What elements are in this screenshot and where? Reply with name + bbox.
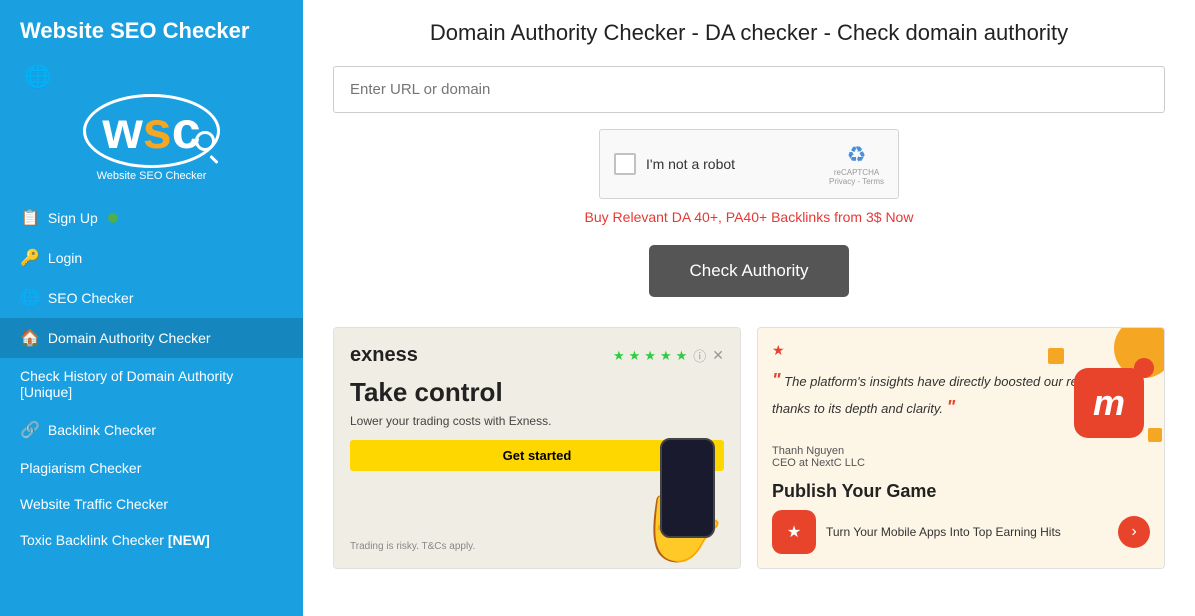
star-icon: ★ bbox=[676, 348, 688, 364]
main-content: Domain Authority Checker - DA checker - … bbox=[303, 0, 1195, 616]
star-icon: ★ bbox=[629, 348, 641, 364]
star-icon: ★ bbox=[613, 348, 625, 364]
logo-search-circle bbox=[195, 131, 215, 151]
signup-label: Sign Up bbox=[48, 210, 98, 226]
m-app-icon: m bbox=[1074, 368, 1144, 438]
quote-mark-open: " bbox=[772, 370, 781, 390]
ad-right: m ★ ⓘ ✕ " The platform's insights have d… bbox=[757, 327, 1165, 569]
seo-checker-icon: 🌐 bbox=[20, 288, 40, 308]
ad-info-icon[interactable]: ⓘ bbox=[693, 346, 706, 365]
captcha-right: ♻ reCAPTCHA Privacy - Terms bbox=[829, 142, 884, 186]
right-ad-title: Publish Your Game bbox=[772, 481, 1150, 502]
page-title: Domain Authority Checker - DA checker - … bbox=[333, 20, 1165, 46]
deco-square-1 bbox=[1048, 348, 1064, 364]
phone-illustration: 🤚 bbox=[630, 408, 730, 568]
recaptcha-logo-icon: ♻ bbox=[847, 142, 867, 168]
logo-search-handle bbox=[209, 155, 218, 164]
star-icon: ★ bbox=[660, 348, 672, 364]
quote-mark-close: " bbox=[947, 397, 956, 417]
app-icon-box: ★ bbox=[772, 510, 816, 554]
recaptcha-badge-bottom: Privacy - Terms bbox=[829, 177, 884, 186]
sidebar-item-check-history[interactable]: Check History of Domain Authority [Uniqu… bbox=[0, 358, 303, 410]
sidebar-item-domain-authority[interactable]: 🏠 Domain Authority Checker bbox=[0, 318, 303, 358]
author-name: Thanh Nguyen bbox=[772, 445, 1150, 457]
sidebar-item-seo-checker[interactable]: 🌐 SEO Checker bbox=[0, 278, 303, 318]
quote-content: The platform's insights have directly bo… bbox=[772, 374, 1117, 416]
right-ad-star-icon: ★ bbox=[772, 342, 785, 359]
captcha-box: I'm not a robot ♻ reCAPTCHA Privacy - Te… bbox=[599, 129, 899, 199]
ad-close-icon[interactable]: ✕ bbox=[712, 347, 724, 364]
wsc-logo-box: w s c bbox=[83, 94, 219, 168]
right-ad-header: ★ ⓘ ✕ bbox=[772, 342, 1150, 359]
recaptcha-badge-top: reCAPTCHA bbox=[834, 168, 879, 177]
quote-author: Thanh Nguyen CEO at NextC LLC bbox=[772, 445, 1150, 469]
domain-authority-icon: 🏠 bbox=[20, 328, 40, 348]
sidebar-item-backlink-checker[interactable]: 🔗 Backlink Checker bbox=[0, 410, 303, 450]
login-label: Login bbox=[48, 250, 82, 266]
url-input[interactable] bbox=[333, 66, 1165, 113]
wsc-logo: w s c Website SEO Checker bbox=[83, 94, 219, 182]
signup-icon: 📋 bbox=[20, 208, 40, 228]
author-role: CEO at NextC LLC bbox=[772, 457, 1150, 469]
check-authority-button[interactable]: Check Authority bbox=[649, 245, 848, 297]
ads-row: exness ★ ★ ★ ★ ★ ⓘ ✕ Take control bbox=[333, 327, 1165, 569]
logo-letter-c-wrap: c bbox=[172, 105, 201, 157]
seo-checker-label: SEO Checker bbox=[48, 290, 134, 306]
backlink-label: Backlink Checker bbox=[48, 422, 156, 438]
app-icon-star: ★ bbox=[787, 522, 801, 542]
sidebar-item-toxic-backlink[interactable]: Toxic Backlink Checker [NEW] bbox=[0, 522, 303, 558]
toxic-backlink-label: Toxic Backlink Checker [NEW] bbox=[20, 532, 210, 548]
login-icon: 🔑 bbox=[20, 248, 40, 268]
ad-exness: exness ★ ★ ★ ★ ★ ⓘ ✕ Take control bbox=[333, 327, 741, 569]
exness-brand: exness bbox=[350, 344, 418, 367]
logo-letter-s: s bbox=[143, 105, 172, 157]
app-description: Turn Your Mobile Apps Into Top Earning H… bbox=[826, 525, 1108, 539]
logo-letter-c: c bbox=[172, 105, 201, 157]
exness-header: exness ★ ★ ★ ★ ★ ⓘ ✕ bbox=[350, 344, 724, 367]
logo-letter-w: w bbox=[102, 105, 142, 157]
captcha-area: I'm not a robot ♻ reCAPTCHA Privacy - Te… bbox=[333, 129, 1165, 199]
backlink-icon: 🔗 bbox=[20, 420, 40, 440]
right-ad-content: m ★ ⓘ ✕ " The platform's insights have d… bbox=[758, 328, 1164, 568]
signup-badge bbox=[108, 213, 118, 223]
deco-square-2 bbox=[1148, 428, 1162, 442]
globe-icon: 🌐 bbox=[24, 64, 51, 90]
captcha-label: I'm not a robot bbox=[646, 156, 735, 172]
sidebar-nav: 📋 Sign Up 🔑 Login 🌐 SEO Checker 🏠 Domain… bbox=[0, 198, 303, 558]
star-icon: ★ bbox=[644, 348, 656, 364]
app-arrow-button[interactable]: › bbox=[1118, 516, 1150, 548]
right-ad-app-row: ★ Turn Your Mobile Apps Into Top Earning… bbox=[772, 510, 1150, 554]
domain-authority-label: Domain Authority Checker bbox=[48, 330, 211, 346]
exness-title: Take control bbox=[350, 377, 724, 408]
promo-text[interactable]: Buy Relevant DA 40+, PA40+ Backlinks fro… bbox=[333, 209, 1165, 225]
website-traffic-label: Website Traffic Checker bbox=[20, 496, 168, 512]
sidebar-item-signup[interactable]: 📋 Sign Up bbox=[0, 198, 303, 238]
sidebar-item-login[interactable]: 🔑 Login bbox=[0, 238, 303, 278]
captcha-left: I'm not a robot bbox=[614, 153, 735, 175]
logo-area: 🌐 w s c Website SEO Checker bbox=[0, 54, 303, 198]
sidebar-item-plagiarism-checker[interactable]: Plagiarism Checker bbox=[0, 450, 303, 486]
sidebar-item-website-traffic[interactable]: Website Traffic Checker bbox=[0, 486, 303, 522]
sidebar: Website SEO Checker 🌐 w s c Website SEO … bbox=[0, 0, 303, 616]
captcha-checkbox[interactable] bbox=[614, 153, 636, 175]
sidebar-title: Website SEO Checker bbox=[0, 0, 303, 54]
exness-stars: ★ ★ ★ ★ ★ bbox=[613, 348, 687, 364]
check-history-label: Check History of Domain Authority [Uniqu… bbox=[20, 368, 283, 400]
plagiarism-label: Plagiarism Checker bbox=[20, 460, 141, 476]
logo-subtitle: Website SEO Checker bbox=[97, 170, 207, 182]
